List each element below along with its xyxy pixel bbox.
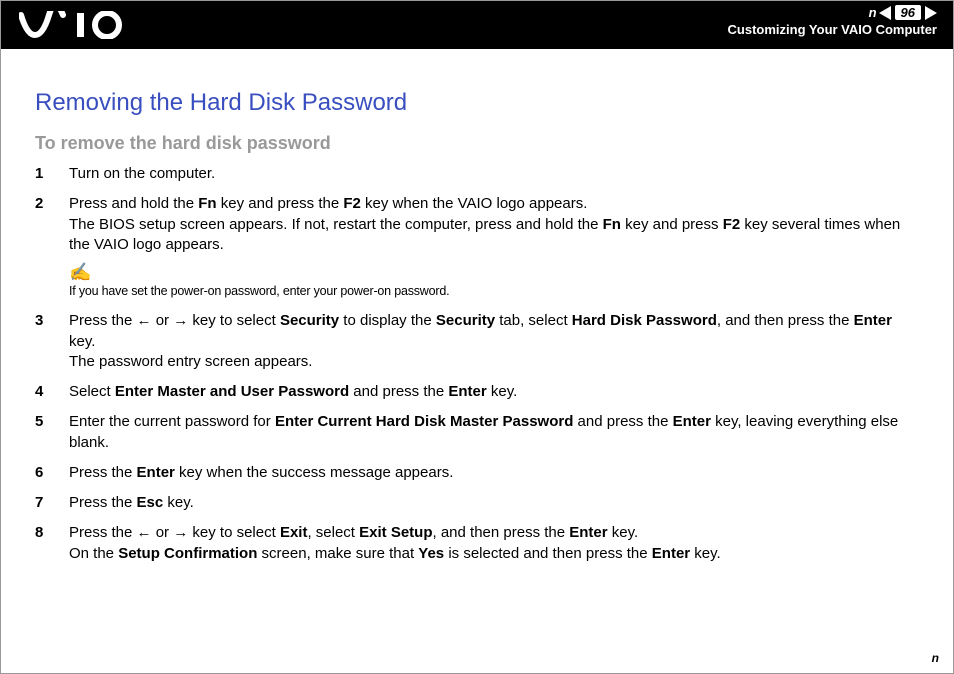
step-4: Select Enter Master and User Password an… bbox=[35, 382, 919, 402]
text: key to select bbox=[188, 312, 280, 329]
text: to display the bbox=[339, 312, 436, 329]
text: is selected and then press the bbox=[444, 545, 652, 562]
arrow-right-icon: → bbox=[173, 523, 188, 543]
text: The BIOS setup screen appears. If not, r… bbox=[69, 216, 603, 233]
text: key. bbox=[690, 545, 721, 562]
step-8: Press the ← or → key to select Exit, sel… bbox=[35, 523, 919, 564]
text: key and press bbox=[621, 216, 723, 233]
section-title: Customizing Your VAIO Computer bbox=[728, 22, 937, 37]
text: and press the bbox=[573, 413, 672, 430]
page-number: 96 bbox=[895, 5, 921, 20]
step-list: Turn on the computer. Press and hold the… bbox=[35, 164, 919, 564]
key-enter: Enter bbox=[137, 464, 175, 481]
field-enter-current-master: Enter Current Hard Disk Master Password bbox=[275, 413, 573, 430]
text: Press the bbox=[69, 312, 137, 329]
text: or bbox=[152, 312, 174, 329]
text: key to select bbox=[188, 524, 280, 541]
note-icon: ✍ bbox=[69, 263, 919, 281]
text: key. bbox=[69, 333, 95, 350]
arrow-left-icon: ← bbox=[137, 311, 152, 331]
step-1: Turn on the computer. bbox=[35, 164, 919, 184]
option-exit-setup: Exit Setup bbox=[359, 524, 432, 541]
step-2: Press and hold the Fn key and press the … bbox=[35, 194, 919, 301]
vaio-logo bbox=[19, 11, 129, 39]
note-text: If you have set the power-on password, e… bbox=[69, 284, 449, 298]
footer-n-glyph: n bbox=[869, 5, 877, 20]
key-esc: Esc bbox=[137, 494, 164, 511]
option-enter-master-user: Enter Master and User Password bbox=[115, 383, 349, 400]
text: , select bbox=[307, 524, 359, 541]
text: key. bbox=[163, 494, 194, 511]
key-enter: Enter bbox=[854, 312, 892, 329]
text: Press the bbox=[69, 494, 137, 511]
menu-exit: Exit bbox=[280, 524, 308, 541]
key-f2: F2 bbox=[723, 216, 741, 233]
arrow-left-icon: ← bbox=[137, 523, 152, 543]
text: key when the success message appears. bbox=[175, 464, 453, 481]
option-yes: Yes bbox=[418, 545, 444, 562]
screen-setup-confirmation: Setup Confirmation bbox=[118, 545, 257, 562]
text: and press the bbox=[349, 383, 448, 400]
menu-security: Security bbox=[280, 312, 339, 329]
key-f2: F2 bbox=[343, 195, 361, 212]
key-fn: Fn bbox=[603, 216, 621, 233]
text: key when the VAIO logo appears. bbox=[361, 195, 588, 212]
step-7: Press the Esc key. bbox=[35, 493, 919, 513]
key-fn: Fn bbox=[198, 195, 216, 212]
text: The password entry screen appears. bbox=[69, 353, 312, 370]
key-enter: Enter bbox=[569, 524, 607, 541]
text: screen, make sure that bbox=[257, 545, 418, 562]
footer-mark: n bbox=[932, 651, 939, 665]
text: Select bbox=[69, 383, 115, 400]
text: , and then press the bbox=[433, 524, 570, 541]
step-3: Press the ← or → key to select Security … bbox=[35, 311, 919, 372]
text: tab, select bbox=[495, 312, 572, 329]
header-bar: n 96 Customizing Your VAIO Computer bbox=[1, 1, 953, 49]
tab-security: Security bbox=[436, 312, 495, 329]
key-enter: Enter bbox=[652, 545, 690, 562]
arrow-right-icon: → bbox=[173, 311, 188, 331]
text: or bbox=[152, 524, 174, 541]
text: key. bbox=[608, 524, 639, 541]
text: Press and hold the bbox=[69, 195, 198, 212]
page-nav: n 96 bbox=[728, 5, 937, 20]
text: Enter the current password for bbox=[69, 413, 275, 430]
text: key and press the bbox=[217, 195, 344, 212]
key-enter: Enter bbox=[448, 383, 486, 400]
option-hard-disk-password: Hard Disk Password bbox=[572, 312, 717, 329]
note-block: ✍ If you have set the power-on password,… bbox=[69, 263, 919, 301]
text: key. bbox=[487, 383, 518, 400]
text: On the bbox=[69, 545, 118, 562]
nav-prev-icon[interactable] bbox=[879, 6, 891, 20]
key-enter: Enter bbox=[673, 413, 711, 430]
page-subtitle: To remove the hard disk password bbox=[35, 133, 919, 154]
step-5: Enter the current password for Enter Cur… bbox=[35, 412, 919, 453]
step-6: Press the Enter key when the success mes… bbox=[35, 463, 919, 483]
page-title: Removing the Hard Disk Password bbox=[35, 89, 919, 117]
text: Press the bbox=[69, 524, 137, 541]
text: , and then press the bbox=[717, 312, 854, 329]
text: Press the bbox=[69, 464, 137, 481]
header-right: n 96 Customizing Your VAIO Computer bbox=[728, 5, 937, 37]
nav-next-icon[interactable] bbox=[925, 6, 937, 20]
page-content: Removing the Hard Disk Password To remov… bbox=[1, 49, 953, 592]
